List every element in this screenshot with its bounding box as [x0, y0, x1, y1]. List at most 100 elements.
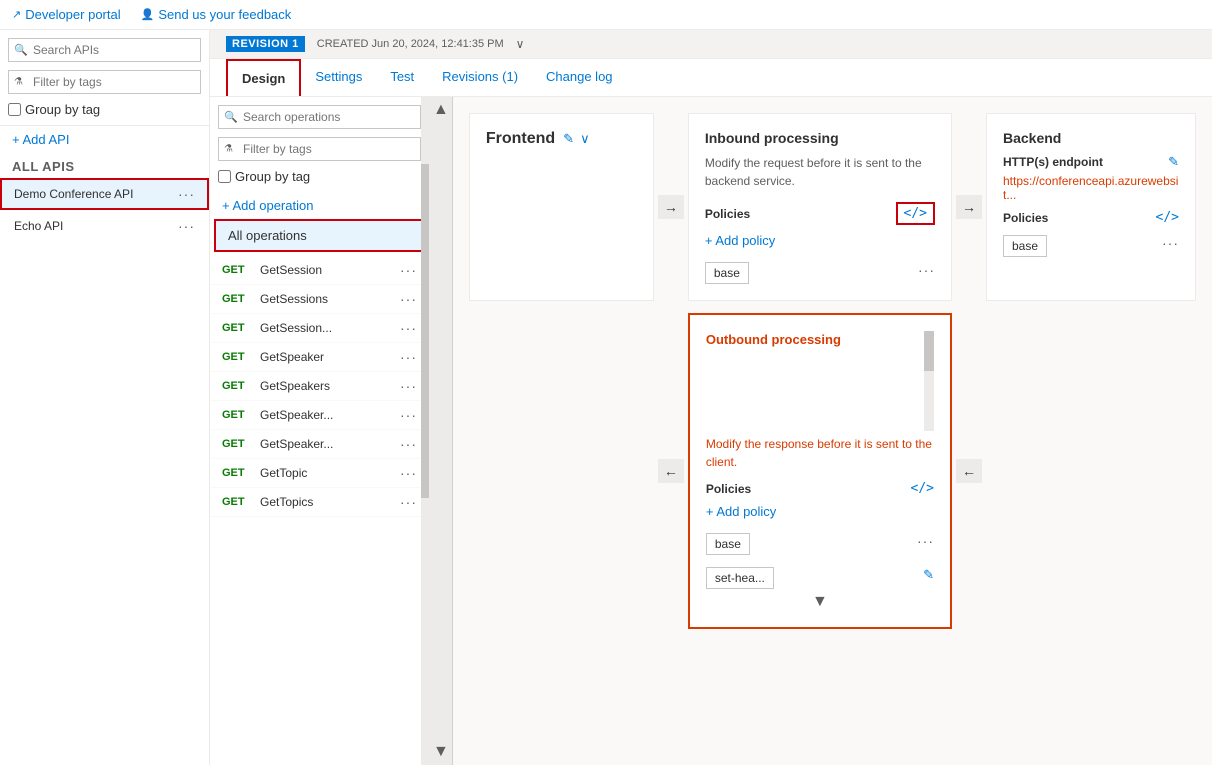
inbound-description: Modify the request before it is sent to …	[705, 154, 935, 190]
backend-endpoint-url[interactable]: https://conferenceapi.azurewebsit...	[1003, 174, 1179, 202]
operations-list: GET GetSession ··· GET GetSessions ··· G…	[210, 256, 429, 765]
op-menu-getspeaker3[interactable]: ···	[400, 436, 417, 452]
add-operation-label: + Add operation	[222, 198, 313, 213]
op-menu-getspeaker[interactable]: ···	[400, 349, 417, 365]
op-item-getsession2[interactable]: GET GetSession... ···	[210, 314, 429, 343]
outbound-scroll-down[interactable]: ▼	[706, 593, 934, 611]
op-menu-getspeaker2[interactable]: ···	[400, 407, 417, 423]
outbound-base-menu[interactable]: ···	[917, 533, 934, 549]
tab-settings[interactable]: Settings	[301, 59, 376, 96]
backend-code-icon[interactable]: </>	[1156, 210, 1179, 225]
tab-changelog[interactable]: Change log	[532, 59, 627, 96]
ops-search-input[interactable]	[218, 105, 421, 129]
outbound-card: Outbound processing Modify the response …	[688, 313, 952, 629]
backend-base-tag[interactable]: base	[1003, 235, 1047, 257]
op-menu-getsession[interactable]: ···	[400, 262, 417, 278]
ops-search-container: 🔍	[218, 105, 421, 129]
outbound-code-icon[interactable]: </>	[911, 481, 934, 496]
ops-group-by-tag[interactable]: Group by tag	[218, 169, 421, 184]
frontend-edit-icon[interactable]: ✎	[563, 131, 574, 147]
frontend-chevron-icon[interactable]: ∨	[580, 131, 590, 147]
all-operations-label: All operations	[228, 228, 307, 243]
inbound-base-tag[interactable]: base	[705, 262, 749, 284]
op-item-getsession[interactable]: GET GetSession ···	[210, 256, 429, 285]
op-menu-getsessions[interactable]: ···	[400, 291, 417, 307]
group-by-tag-text: Group by tag	[25, 102, 100, 117]
backend-endpoint-label: HTTP(s) endpoint	[1003, 155, 1103, 169]
all-operations-item[interactable]: All operations	[214, 219, 425, 252]
backend-policies-label: Policies	[1003, 211, 1048, 225]
ops-filter-icon: ⚗	[224, 144, 233, 155]
developer-portal-link[interactable]: ↗ Developer portal	[12, 7, 121, 22]
outbound-title: Outbound processing	[706, 331, 916, 347]
tab-test[interactable]: Test	[376, 59, 428, 96]
add-api-button[interactable]: + Add API	[0, 125, 209, 153]
op-item-gettopics[interactable]: GET GetTopics ···	[210, 488, 429, 517]
inbound-policy-menu[interactable]: ···	[918, 262, 935, 278]
ops-scrollbar-thumb[interactable]	[421, 164, 429, 498]
filter-icon: ⚗	[14, 77, 23, 88]
op-method-get: GET	[222, 293, 252, 305]
feedback-link[interactable]: 👤 Send us your feedback	[141, 7, 292, 22]
outbound-set-hea-edit[interactable]: ✎	[923, 567, 934, 583]
ops-group-tag-text: Group by tag	[235, 169, 310, 184]
inbound-policies-row: Policies </>	[705, 202, 935, 225]
outbound-base-tag[interactable]: base	[706, 533, 750, 555]
top-bar: ↗ Developer portal 👤 Send us your feedba…	[0, 0, 1212, 30]
op-item-getspeaker3[interactable]: GET GetSpeaker... ···	[210, 430, 429, 459]
group-by-tag-label[interactable]: Group by tag	[8, 102, 201, 117]
op-item-gettopic[interactable]: GET GetTopic ···	[210, 459, 429, 488]
operations-panel: 🔍 ⚗ Group by tag + Add operation All ope…	[210, 97, 430, 765]
sidebar-filter-container: ⚗	[8, 70, 201, 94]
op-method-get: GET	[222, 467, 252, 479]
op-menu-getspeakers[interactable]: ···	[400, 378, 417, 394]
inbound-add-policy[interactable]: + Add policy	[705, 229, 935, 252]
search-apis-input[interactable]	[8, 38, 201, 62]
op-item-getsessions[interactable]: GET GetSessions ···	[210, 285, 429, 314]
op-item-getspeaker[interactable]: GET GetSpeaker ···	[210, 343, 429, 372]
sidebar-item-demo-conference-api[interactable]: Demo Conference API ···	[0, 178, 209, 210]
op-menu-getsession2[interactable]: ···	[400, 320, 417, 336]
bottom-design-row: ← Outbound processing	[469, 313, 1196, 629]
arrow-right-btn2[interactable]: →	[956, 195, 982, 219]
outbound-set-hea-tag[interactable]: set-hea...	[706, 567, 774, 589]
outbound-add-policy[interactable]: + Add policy	[706, 500, 934, 523]
outbound-policies-label: Policies	[706, 482, 751, 496]
add-operation-button[interactable]: + Add operation	[210, 192, 429, 219]
arrow-left-btn[interactable]: ←	[658, 459, 684, 483]
backend-title: Backend	[1003, 130, 1179, 146]
echo-api-menu[interactable]: ···	[178, 218, 195, 234]
inbound-policies-label: Policies	[705, 207, 750, 221]
op-item-getspeaker2[interactable]: GET GetSpeaker... ···	[210, 401, 429, 430]
group-by-tag-checkbox[interactable]	[8, 103, 21, 116]
tab-design-label: Design	[242, 71, 285, 86]
backend-policy-tag-row: base ···	[1003, 229, 1179, 257]
arrow-left-btn2[interactable]: ←	[956, 459, 982, 483]
sidebar-item-echo-api[interactable]: Echo API ···	[0, 210, 209, 242]
outbound-scrollbar[interactable]	[924, 331, 934, 431]
op-item-getspeakers[interactable]: GET GetSpeakers ···	[210, 372, 429, 401]
ops-expand-arrow[interactable]: ▼	[430, 739, 452, 765]
revision-dropdown-icon[interactable]: ∨	[516, 37, 525, 51]
demo-api-menu[interactable]: ···	[178, 186, 195, 202]
arrow-right-btn[interactable]: →	[658, 195, 684, 219]
op-menu-gettopics[interactable]: ···	[400, 494, 417, 510]
tab-nav: Design Settings Test Revisions (1) Chang…	[210, 59, 1212, 97]
op-name-getspeaker: GetSpeaker	[260, 350, 392, 364]
tab-design[interactable]: Design	[226, 59, 301, 96]
tab-revisions-label: Revisions (1)	[442, 69, 518, 84]
revision-bar: REVISION 1 CREATED Jun 20, 2024, 12:41:3…	[210, 30, 1212, 59]
inbound-code-icon[interactable]: </>	[896, 202, 935, 225]
ops-group-checkbox[interactable]	[218, 170, 231, 183]
ops-scrollbar-track	[421, 97, 429, 765]
ops-filter-input[interactable]	[218, 137, 421, 161]
tab-revisions[interactable]: Revisions (1)	[428, 59, 532, 96]
frontend-to-inbound-arrow: →	[654, 113, 688, 301]
filter-by-tags-input[interactable]	[8, 70, 201, 94]
backend-endpoint-edit-icon[interactable]: ✎	[1168, 154, 1179, 170]
backend-card: Backend HTTP(s) endpoint ✎ https://confe…	[986, 113, 1196, 301]
all-apis-title: All APIs	[0, 153, 209, 178]
op-menu-gettopic[interactable]: ···	[400, 465, 417, 481]
ops-collapse-arrow[interactable]: ▲	[430, 97, 452, 123]
backend-policy-menu[interactable]: ···	[1162, 235, 1179, 251]
